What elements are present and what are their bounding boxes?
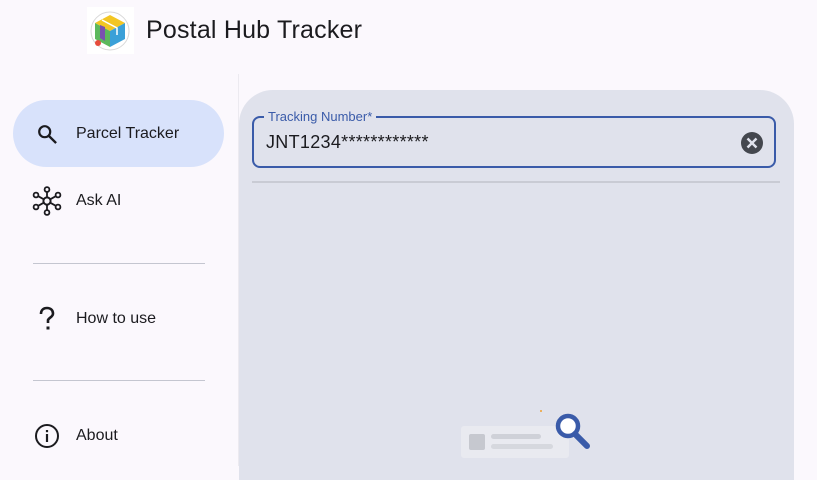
sidebar-item-label: Ask AI (76, 191, 122, 209)
question-mark-icon (32, 304, 62, 334)
app-logo (87, 7, 134, 54)
sidebar-item-ask-ai[interactable]: Ask AI (13, 167, 224, 234)
tracking-number-field: Tracking Number* (252, 109, 776, 168)
search-icon (32, 119, 62, 149)
search-illustration (461, 406, 593, 458)
sidebar-item-about[interactable]: About (13, 402, 224, 469)
app-title: Postal Hub Tracker (146, 16, 363, 44)
sidebar-nav: Parcel Tracker Ask AI How to use About (0, 70, 238, 466)
sidebar-divider (33, 380, 205, 381)
sidebar-item-parcel-tracker[interactable]: Parcel Tracker (13, 100, 224, 167)
sidebar-item-label: About (76, 426, 118, 444)
sidebar-item-label: How to use (76, 309, 157, 327)
tracking-number-label: Tracking Number* (264, 109, 377, 125)
tracking-number-input[interactable] (266, 127, 726, 157)
close-circle-icon[interactable] (740, 131, 764, 155)
sidebar-item-label: Parcel Tracker (76, 124, 180, 142)
hub-network-icon (32, 185, 62, 216)
sidebar-divider (33, 263, 205, 264)
tracker-panel: Tracking Number* (239, 90, 794, 480)
info-icon (32, 421, 62, 451)
sidebar-item-how-to-use[interactable]: How to use (13, 285, 224, 352)
content-divider (252, 181, 780, 183)
